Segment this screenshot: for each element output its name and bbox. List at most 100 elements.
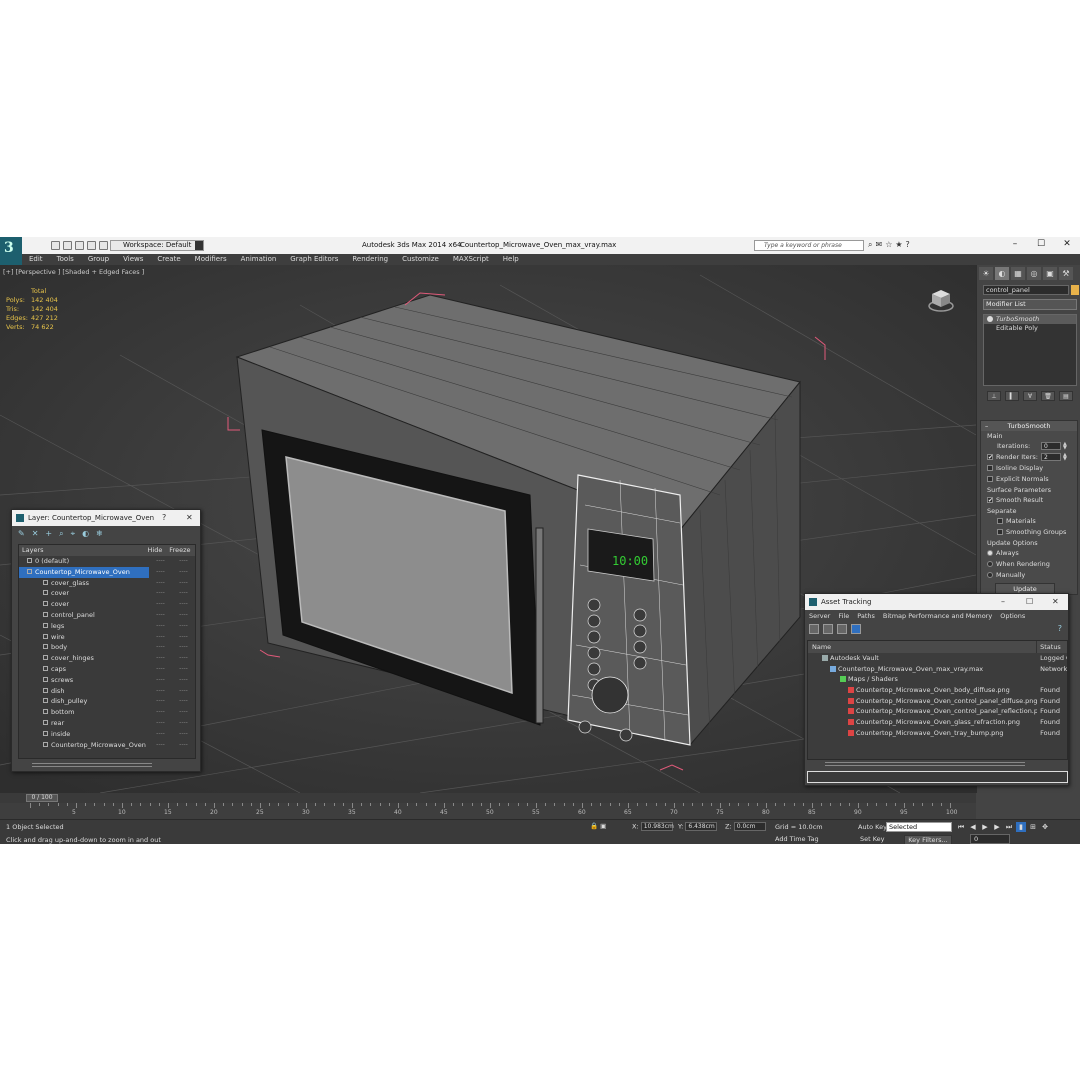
manually-radio[interactable] bbox=[987, 572, 993, 578]
freeze-toggle[interactable]: ---- bbox=[172, 567, 195, 578]
close-button[interactable]: ✕ bbox=[186, 510, 193, 526]
status-column-header[interactable]: Status bbox=[1037, 641, 1067, 653]
rollout-header[interactable]: – TurboSmooth bbox=[981, 421, 1077, 431]
hide-column-header[interactable]: Hide bbox=[148, 545, 170, 556]
layer-object-row[interactable]: Countertop_Microwave_Oven ---- ---- bbox=[19, 740, 195, 751]
undo-icon[interactable] bbox=[87, 241, 96, 250]
freeze-toggle[interactable]: ---- bbox=[172, 632, 195, 643]
asset-row[interactable]: Countertop_Microwave_Oven_control_panel_… bbox=[808, 706, 1067, 717]
refresh-icon[interactable] bbox=[809, 624, 819, 634]
layer-object-row[interactable]: rear ---- ---- bbox=[19, 718, 195, 729]
object-color-swatch[interactable] bbox=[1071, 285, 1079, 295]
name-column-header[interactable]: Name bbox=[808, 641, 1038, 653]
highlight-layer-icon[interactable]: ⌖ bbox=[71, 530, 76, 538]
track-bar[interactable]: 5 10 15 20 25 30 35 40 45 50 55 60 65 70 75 80 85 90 95 100 bbox=[0, 803, 976, 819]
freeze-toggle[interactable]: ---- bbox=[172, 653, 195, 664]
open-file-icon[interactable] bbox=[63, 241, 72, 250]
stack-item-editable-poly[interactable]: Editable Poly bbox=[984, 324, 1076, 333]
add-to-layer-icon[interactable]: + bbox=[45, 530, 52, 538]
hide-toggle[interactable]: ---- bbox=[149, 664, 172, 675]
close-button[interactable]: ✕ bbox=[1054, 237, 1080, 252]
modifier-list-dropdown[interactable]: Modifier List bbox=[983, 299, 1077, 310]
freeze-all-icon[interactable]: ❄ bbox=[96, 530, 103, 538]
freeze-column-header[interactable]: Freeze bbox=[169, 545, 195, 556]
freeze-toggle[interactable]: ---- bbox=[172, 686, 195, 697]
subscription-icon[interactable]: ✉ bbox=[875, 240, 882, 250]
horizontal-scrollbar[interactable] bbox=[825, 762, 1025, 766]
z-coordinate-field[interactable]: 0.0cm bbox=[733, 822, 766, 831]
smoothing-groups-checkbox[interactable] bbox=[997, 529, 1003, 535]
freeze-toggle[interactable]: ---- bbox=[172, 675, 195, 686]
communication-icon[interactable]: ☆ bbox=[885, 240, 892, 250]
auto-key-button[interactable]: Auto Key bbox=[858, 823, 887, 831]
lightbulb-icon[interactable] bbox=[987, 316, 993, 322]
help-button[interactable]: ? bbox=[162, 510, 166, 526]
freeze-toggle[interactable]: ---- bbox=[172, 578, 195, 589]
table-view-icon[interactable] bbox=[851, 624, 861, 634]
freeze-toggle[interactable]: ---- bbox=[172, 664, 195, 675]
render-iters-spinner[interactable]: 2 bbox=[1041, 453, 1061, 461]
materials-checkbox[interactable] bbox=[997, 518, 1003, 524]
freeze-toggle[interactable]: ---- bbox=[172, 740, 195, 751]
menu-server[interactable]: Server bbox=[805, 610, 834, 622]
hide-toggle[interactable]: ---- bbox=[149, 578, 172, 589]
menu-views[interactable]: Views bbox=[116, 254, 150, 265]
menu-group[interactable]: Group bbox=[81, 254, 116, 265]
freeze-toggle[interactable]: ---- bbox=[172, 588, 195, 599]
key-mode-icon[interactable]: ▮ bbox=[1016, 822, 1026, 832]
redo-icon[interactable] bbox=[99, 241, 108, 250]
close-button[interactable]: ✕ bbox=[1052, 594, 1059, 610]
search-input[interactable]: Type a keyword or phrase bbox=[754, 240, 864, 251]
layer-object-row[interactable]: cover_hinges ---- ---- bbox=[19, 653, 195, 664]
goto-end-icon[interactable]: ⏭ bbox=[1004, 822, 1014, 832]
menu-maxscript[interactable]: MAXScript bbox=[446, 254, 496, 265]
freeze-toggle[interactable]: ---- bbox=[172, 642, 195, 653]
asset-row[interactable]: Countertop_Microwave_Oven_glass_refracti… bbox=[808, 717, 1067, 728]
explicit-normals-checkbox[interactable] bbox=[987, 476, 993, 482]
freeze-toggle[interactable]: ---- bbox=[172, 610, 195, 621]
utilities-tab-icon[interactable]: ⚒ bbox=[1059, 267, 1073, 280]
layer-object-row[interactable]: legs ---- ---- bbox=[19, 621, 195, 632]
stack-item-turbosmooth[interactable]: TurboSmooth bbox=[984, 315, 1076, 324]
freeze-toggle[interactable]: ---- bbox=[172, 556, 195, 567]
hide-toggle[interactable]: ---- bbox=[149, 599, 172, 610]
key-filters-button[interactable]: Key Filters... bbox=[904, 835, 952, 844]
render-iters-checkbox[interactable] bbox=[987, 452, 993, 463]
layer-object-row[interactable]: dish_pulley ---- ---- bbox=[19, 696, 195, 707]
freeze-toggle[interactable]: ---- bbox=[172, 599, 195, 610]
layer-object-row[interactable]: cover ---- ---- bbox=[19, 599, 195, 610]
asset-row[interactable]: Autodesk Vault Logged Out bbox=[808, 653, 1067, 664]
menu-options[interactable]: Options bbox=[996, 610, 1029, 622]
motion-tab-icon[interactable]: ◎ bbox=[1027, 267, 1041, 280]
previous-frame-icon[interactable]: ◀ bbox=[968, 822, 978, 832]
asset-window-title-bar[interactable]: Asset Tracking – ☐ ✕ bbox=[805, 594, 1068, 610]
hierarchy-tab-icon[interactable]: ▦ bbox=[1011, 267, 1025, 280]
when-rendering-radio[interactable] bbox=[987, 561, 993, 567]
menu-tools[interactable]: Tools bbox=[50, 254, 81, 265]
hide-toggle[interactable]: ---- bbox=[149, 621, 172, 632]
smooth-result-checkbox[interactable] bbox=[987, 495, 993, 506]
create-layer-icon[interactable]: ✎ bbox=[18, 530, 25, 538]
hide-toggle[interactable]: ---- bbox=[149, 718, 172, 729]
iterations-spinner[interactable]: 0 bbox=[1041, 442, 1061, 450]
workspace-dropdown[interactable]: Workspace: Default bbox=[110, 240, 204, 251]
layer-row[interactable]: Countertop_Microwave_Oven ---- ---- bbox=[19, 566, 195, 578]
freeze-toggle[interactable]: ---- bbox=[172, 718, 195, 729]
hide-toggle[interactable]: ---- bbox=[149, 610, 172, 621]
hide-all-icon[interactable]: ◐ bbox=[82, 530, 89, 538]
app-logo[interactable]: 3 bbox=[0, 237, 22, 265]
layers-column-header[interactable]: Layers bbox=[19, 545, 148, 556]
configure-sets-icon[interactable]: ▤ bbox=[1059, 391, 1073, 401]
object-name-field[interactable]: control_panel bbox=[983, 285, 1069, 295]
make-unique-icon[interactable]: ∀ bbox=[1023, 391, 1037, 401]
freeze-toggle[interactable]: ---- bbox=[172, 621, 195, 632]
menu-customize[interactable]: Customize bbox=[395, 254, 446, 265]
field-of-view-icon[interactable]: ✥ bbox=[1040, 822, 1050, 832]
new-file-icon[interactable] bbox=[51, 241, 60, 250]
hide-toggle[interactable]: ---- bbox=[149, 675, 172, 686]
spinner-arrows-icon[interactable]: ▲ ▼ bbox=[1063, 442, 1069, 451]
x-coordinate-field[interactable]: 10.983cm bbox=[640, 822, 674, 831]
add-time-tag[interactable]: Add Time Tag bbox=[775, 835, 819, 843]
time-slider-thumb[interactable]: 0 / 100 bbox=[26, 794, 58, 802]
hide-toggle[interactable]: ---- bbox=[149, 696, 172, 707]
